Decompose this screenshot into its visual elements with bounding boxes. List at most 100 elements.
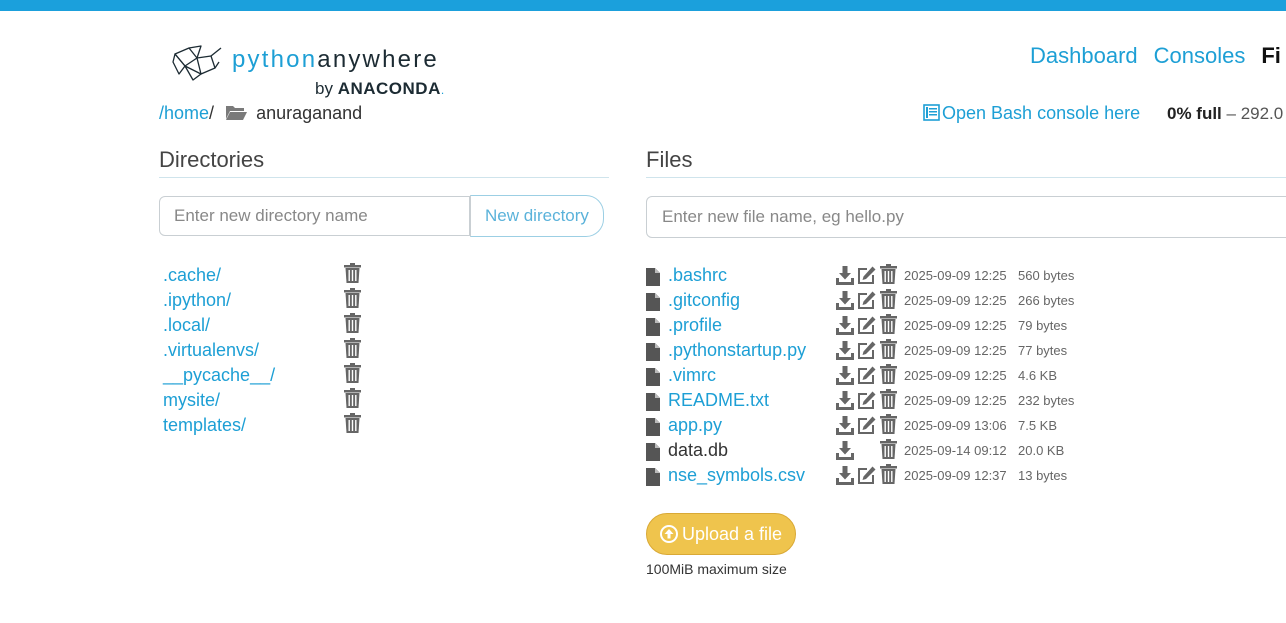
download-icon[interactable] <box>836 266 854 290</box>
edit-icon[interactable] <box>857 391 876 415</box>
directory-row: .virtualenvs/ <box>163 338 373 365</box>
delete-directory-trash-icon[interactable] <box>344 263 361 288</box>
file-modified-date: 2025-09-09 12:25 <box>904 343 1007 358</box>
file-modified-date: 2025-09-09 13:06 <box>904 418 1007 433</box>
file-link[interactable]: .profile <box>668 315 722 336</box>
nav-dashboard[interactable]: Dashboard <box>1030 43 1138 68</box>
delete-directory-trash-icon[interactable] <box>344 413 361 438</box>
file-size: 232 bytes <box>1018 393 1075 408</box>
download-icon[interactable] <box>836 341 854 365</box>
logo-text-anywhere: anywhere <box>317 46 439 73</box>
main-nav: Dashboard Consoles Fi <box>1030 43 1286 69</box>
directory-link[interactable]: .cache/ <box>163 265 221 286</box>
nav-consoles[interactable]: Consoles <box>1154 43 1246 68</box>
file-icon <box>646 418 660 441</box>
file-link[interactable]: app.py <box>668 415 722 436</box>
logo-wordmark: pythonanywhere <box>232 46 439 74</box>
file-modified-date: 2025-09-09 12:25 <box>904 393 1007 408</box>
storage-quota: 0% full – 292.0 <box>1167 104 1283 124</box>
delete-directory-trash-icon[interactable] <box>344 338 361 363</box>
file-size: 4.6 KB <box>1018 368 1058 383</box>
edit-icon[interactable] <box>857 341 876 365</box>
open-bash-console-label: Open Bash console here <box>942 103 1141 123</box>
upload-circle-icon <box>659 525 678 543</box>
logo-company-dot: . <box>440 83 445 97</box>
delete-file-trash-icon[interactable] <box>880 289 897 314</box>
directory-row: .ipython/ <box>163 288 373 315</box>
directory-link[interactable]: .local/ <box>163 315 210 336</box>
file-row: .gitconfig 2025-09-09 12:25 266 bytes <box>646 289 1286 316</box>
file-link[interactable]: README.txt <box>668 390 769 411</box>
delete-file-trash-icon[interactable] <box>880 264 897 289</box>
logo-company: ANACONDA <box>337 79 441 98</box>
delete-file-trash-icon[interactable] <box>880 389 897 414</box>
delete-file-trash-icon[interactable] <box>880 314 897 339</box>
file-row: README.txt 2025-09-09 12:25 232 bytes <box>646 389 1286 415</box>
file-link[interactable]: data.db <box>668 440 728 461</box>
delete-directory-trash-icon[interactable] <box>344 363 361 388</box>
upload-file-label: Upload a file <box>681 523 783 544</box>
directory-link[interactable]: .ipython/ <box>163 290 231 311</box>
console-icon <box>923 104 940 121</box>
file-link[interactable]: .gitconfig <box>668 290 740 311</box>
folder-open-icon <box>226 106 248 120</box>
download-icon[interactable] <box>836 366 854 390</box>
delete-directory-trash-icon[interactable] <box>344 388 361 413</box>
file-size: 7.5 KB <box>1018 418 1058 433</box>
files-divider <box>646 177 1286 178</box>
file-modified-date: 2025-09-14 09:12 <box>904 443 1007 458</box>
download-icon[interactable] <box>836 466 854 490</box>
file-icon <box>646 293 660 316</box>
nav-files[interactable]: Fi <box>1261 43 1281 68</box>
delete-file-trash-icon[interactable] <box>880 339 897 364</box>
download-icon[interactable] <box>836 441 854 465</box>
delete-file-trash-icon[interactable] <box>880 439 897 464</box>
download-icon[interactable] <box>836 316 854 340</box>
file-icon <box>646 368 660 391</box>
file-size: 266 bytes <box>1018 293 1075 308</box>
new-file-input[interactable] <box>646 196 1286 238</box>
delete-file-trash-icon[interactable] <box>880 364 897 389</box>
file-row: .vimrc 2025-09-09 12:25 4.6 KB <box>646 364 1286 391</box>
directory-row: templates/ <box>163 413 373 440</box>
breadcrumb-home[interactable]: /home <box>159 103 209 123</box>
file-modified-date: 2025-09-09 12:25 <box>904 368 1007 383</box>
file-size: 77 bytes <box>1018 343 1068 358</box>
new-directory-input[interactable] <box>159 196 470 236</box>
edit-icon[interactable] <box>857 466 876 490</box>
download-icon[interactable] <box>836 391 854 415</box>
file-link[interactable]: nse_symbols.csv <box>668 465 805 486</box>
breadcrumb-current: anuraganand <box>256 103 363 123</box>
edit-icon[interactable] <box>857 291 876 315</box>
directory-link[interactable]: .virtualenvs/ <box>163 340 259 361</box>
new-directory-form: New directory <box>159 195 604 237</box>
delete-file-trash-icon[interactable] <box>880 464 897 489</box>
files-heading: Files <box>646 147 693 172</box>
directories-divider <box>159 177 609 178</box>
file-link[interactable]: .pythonstartup.py <box>668 340 806 361</box>
file-icon <box>646 468 660 491</box>
delete-file-trash-icon[interactable] <box>880 414 897 439</box>
directory-link[interactable]: mysite/ <box>163 390 220 411</box>
file-row: .bashrc 2025-09-09 12:25 560 bytes <box>646 264 1286 290</box>
directory-row: mysite/ <box>163 388 373 415</box>
edit-icon[interactable] <box>857 316 876 340</box>
download-icon[interactable] <box>836 291 854 315</box>
directory-link[interactable]: templates/ <box>163 415 246 436</box>
file-row: .pythonstartup.py 2025-09-09 12:25 77 byt… <box>646 339 1286 365</box>
upload-file-button[interactable]: Upload a file <box>646 513 796 555</box>
edit-icon[interactable] <box>857 416 876 440</box>
delete-directory-trash-icon[interactable] <box>344 288 361 313</box>
edit-icon[interactable] <box>857 266 876 290</box>
edit-icon[interactable] <box>857 366 876 390</box>
delete-directory-trash-icon[interactable] <box>344 313 361 338</box>
directory-link[interactable]: __pycache__/ <box>163 365 275 386</box>
quota-rest: – 292.0 <box>1221 104 1284 123</box>
download-icon[interactable] <box>836 416 854 440</box>
file-link[interactable]: .vimrc <box>668 365 716 386</box>
open-bash-console-link[interactable]: Open Bash console here <box>923 103 1140 124</box>
new-directory-button[interactable]: New directory <box>470 195 604 237</box>
file-link[interactable]: .bashrc <box>668 265 727 286</box>
file-size: 560 bytes <box>1018 268 1075 283</box>
pythonanywhere-logo[interactable]: pythonanywhere by ANACONDA. <box>171 44 461 102</box>
